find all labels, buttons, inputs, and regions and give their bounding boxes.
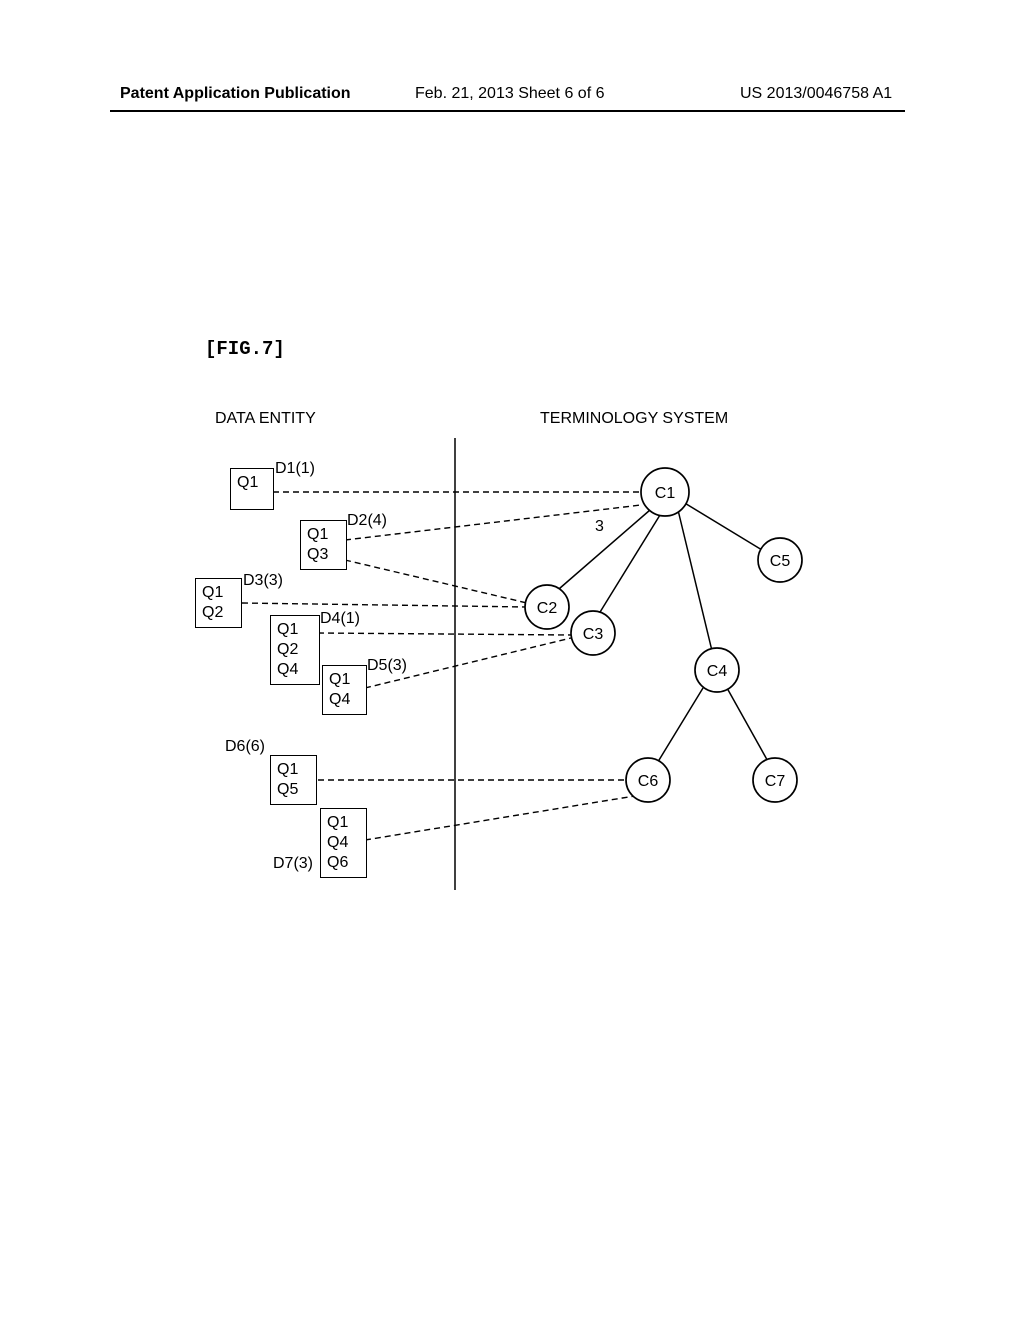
figure-label: [FIG.7]: [205, 338, 285, 360]
entity-d6-items: Q1 Q5: [271, 756, 316, 804]
page: Patent Application Publication Feb. 21, …: [0, 0, 1024, 1320]
header-mid: Feb. 21, 2013 Sheet 6 of 6: [415, 85, 604, 103]
entity-d7-items: Q1 Q4 Q6: [321, 809, 366, 877]
concept-c3: C3: [571, 611, 615, 655]
entity-d6-label: D6(6): [225, 738, 265, 756]
svg-text:C5: C5: [770, 553, 791, 570]
svg-text:C3: C3: [583, 626, 604, 643]
concept-c4: C4: [695, 648, 739, 692]
concept-c1: C1: [641, 468, 689, 516]
entity-d1: Q1: [230, 468, 274, 510]
edge-label-3: 3: [595, 518, 604, 536]
concept-c5: C5: [758, 538, 802, 582]
svg-text:C7: C7: [765, 773, 786, 790]
entity-d5-label: D5(3): [367, 657, 407, 675]
entity-d3: Q1 Q2: [195, 578, 242, 628]
concept-c6: C6: [626, 758, 670, 802]
entity-d3-items: Q1 Q2: [196, 579, 241, 627]
entity-d5-items: Q1 Q4: [323, 666, 366, 714]
header-right: US 2013/0046758 A1: [740, 85, 892, 103]
entity-d4-label: D4(1): [320, 610, 360, 628]
header-rule: [110, 110, 905, 112]
diagram: DATA ENTITY TERMINOLOGY SYSTEM: [120, 410, 910, 930]
entity-d4-items: Q1 Q2 Q4: [271, 616, 319, 684]
entity-d7: Q1 Q4 Q6: [320, 808, 367, 878]
header-left: Patent Application Publication: [120, 85, 351, 103]
entity-d2: Q1 Q3: [300, 520, 347, 570]
entity-d4: Q1 Q2 Q4: [270, 615, 320, 685]
concept-c7: C7: [753, 758, 797, 802]
entity-d5: Q1 Q4: [322, 665, 367, 715]
svg-text:C6: C6: [638, 773, 659, 790]
entity-d6: Q1 Q5: [270, 755, 317, 805]
svg-text:C2: C2: [537, 600, 558, 617]
entity-d3-label: D3(3): [243, 572, 283, 590]
svg-text:C4: C4: [707, 663, 728, 680]
entity-d1-label: D1(1): [275, 460, 315, 478]
entity-d2-items: Q1 Q3: [301, 521, 346, 569]
entity-d2-label: D2(4): [347, 512, 387, 530]
concept-c2: C2: [525, 585, 569, 629]
entity-d1-items: Q1: [231, 469, 273, 497]
svg-text:C1: C1: [655, 485, 676, 502]
entity-d7-label: D7(3): [273, 855, 313, 873]
